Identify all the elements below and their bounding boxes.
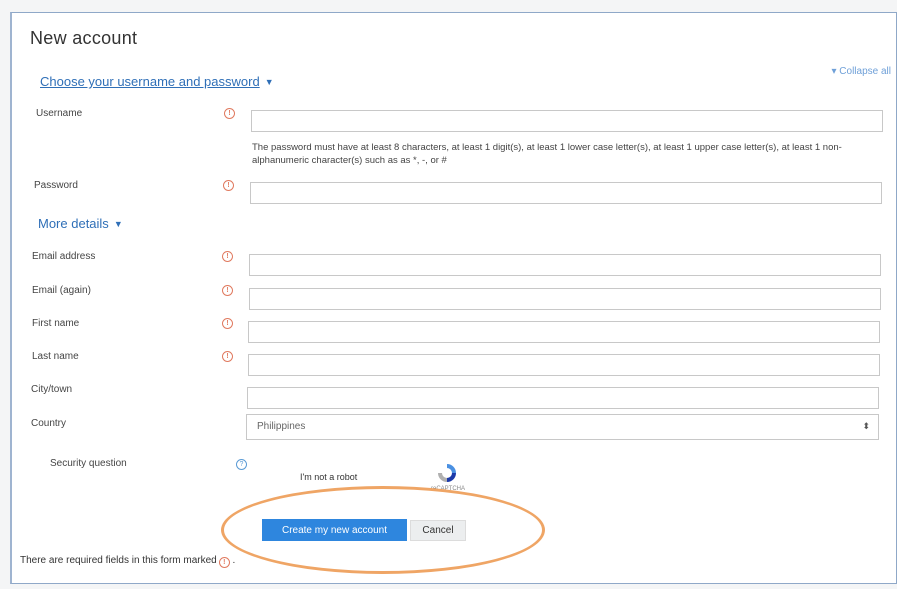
required-icon: ! [222, 251, 233, 262]
first-name-label: First name [32, 318, 80, 329]
required-icon: ! [218, 557, 230, 568]
username-label: Username [36, 108, 83, 119]
last-name-input[interactable] [248, 354, 880, 376]
city-input[interactable] [247, 387, 879, 409]
cancel-button[interactable]: Cancel [410, 520, 466, 541]
required-note-suffix: . [232, 555, 236, 566]
country-selected-value: Philippines [257, 421, 306, 432]
required-fields-note: There are required fields in this form m… [20, 555, 236, 568]
first-name-input[interactable] [248, 321, 880, 343]
email-input[interactable] [249, 254, 881, 276]
section-credentials-label: Choose your username and password [40, 74, 260, 89]
required-note-text: There are required fields in this form m… [20, 555, 217, 566]
password-hint: The password must have at least 8 charac… [252, 142, 842, 166]
password-label: Password [34, 180, 78, 191]
country-select[interactable]: Philippines ⬍ [246, 414, 879, 440]
city-label: City/town [31, 384, 73, 395]
section-details-label: More details [38, 216, 109, 231]
updown-arrow-icon: ⬍ [862, 421, 870, 431]
email-again-label: Email (again) [32, 285, 91, 296]
last-name-label: Last name [32, 351, 79, 362]
recaptcha-brand-label: reCAPTCHA [430, 486, 465, 492]
recaptcha-logo-icon [438, 464, 456, 482]
create-account-button[interactable]: Create my new account [262, 519, 407, 541]
required-icon: ! [223, 180, 234, 191]
required-icon: ! [224, 108, 235, 119]
required-icon: ! [222, 318, 233, 329]
question-circle-icon[interactable]: ? [236, 459, 247, 470]
email-again-input[interactable] [249, 288, 881, 310]
section-credentials-toggle[interactable]: Choose your username and password ▼ [40, 74, 274, 89]
caret-down-icon: ▼ [264, 77, 274, 87]
password-input[interactable] [250, 182, 882, 204]
section-details-toggle[interactable]: More details ▼ [38, 216, 123, 231]
recaptcha-checkbox-label[interactable]: I'm not a robot [300, 472, 357, 482]
required-icon: ! [222, 351, 233, 362]
security-question-label: Security question [50, 458, 127, 469]
required-icon: ! [222, 285, 233, 296]
collapse-all-link[interactable]: ▾ Collapse all [832, 66, 892, 77]
username-input[interactable] [251, 110, 883, 132]
email-label: Email address [32, 251, 96, 262]
country-label: Country [31, 418, 67, 429]
caret-down-icon: ▼ [113, 219, 123, 229]
page-title: New account [30, 28, 138, 48]
